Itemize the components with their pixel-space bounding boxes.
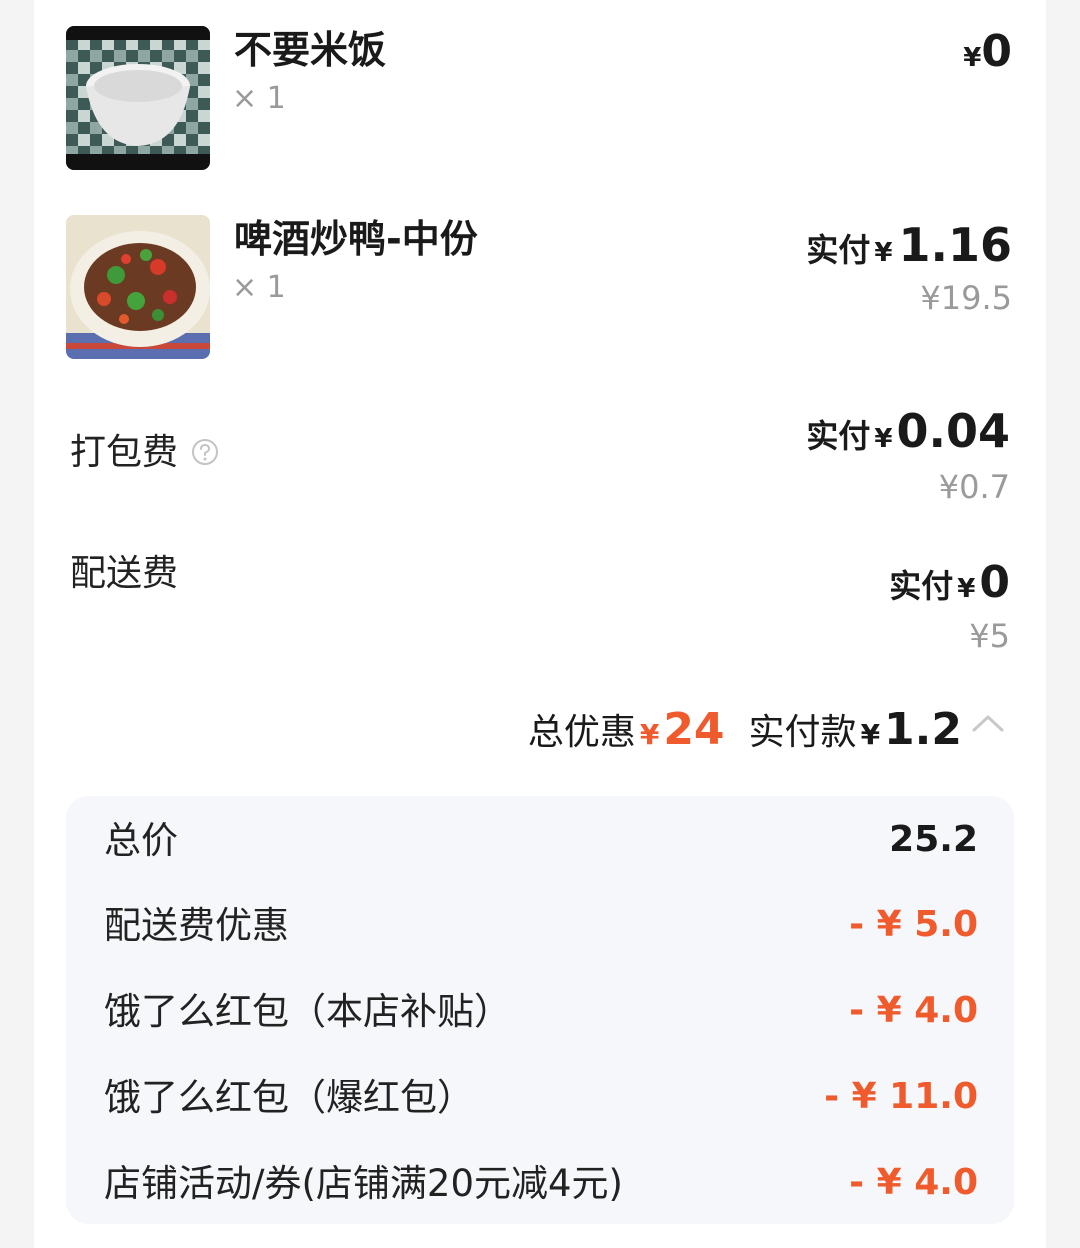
- total-discount-label: 总优惠: [527, 712, 636, 753]
- packing-fee-label: 打包费: [70, 432, 179, 473]
- paid-label: 实付: [806, 417, 871, 455]
- delivery-fee-original: ¥5: [969, 617, 1010, 655]
- question-circle-icon[interactable]: [191, 438, 219, 466]
- currency-symbol: ¥: [860, 718, 881, 751]
- price-breakdown-panel: 总价 25.2 配送费优惠 - ¥ 5.0 饿了么红包（本店补贴） - ¥ 4.…: [66, 796, 1014, 1224]
- paid-amount: 1.16: [898, 218, 1013, 272]
- item-image-empty-bowl[interactable]: [66, 26, 210, 170]
- paid-label: 实付: [889, 567, 954, 605]
- breakdown-label: 配送费优惠: [104, 904, 289, 947]
- breakdown-label: 店铺活动/券(店铺满20元减4元): [104, 1162, 623, 1205]
- item-paid-price: 实付 ¥1.16: [806, 222, 1012, 268]
- currency-symbol: ¥: [963, 43, 982, 73]
- breakdown-label: 总价: [104, 819, 178, 862]
- item-quantity: × 1: [232, 270, 286, 305]
- breakdown-value: - ¥ 4.0: [849, 990, 978, 1031]
- breakdown-value: - ¥ 4.0: [849, 1162, 978, 1203]
- currency-symbol: ¥: [957, 574, 976, 604]
- breakdown-value: - ¥ 11.0: [824, 1076, 978, 1117]
- packing-fee-original: ¥0.7: [938, 468, 1010, 506]
- item-original-price: ¥19.5: [920, 279, 1012, 317]
- paid-label: 实付: [806, 231, 871, 269]
- breakdown-value: 25.2: [889, 819, 978, 860]
- breakdown-value: - ¥ 5.0: [849, 904, 978, 945]
- chevron-up-icon[interactable]: [968, 708, 1008, 738]
- currency-symbol: ¥: [874, 424, 893, 454]
- breakdown-label: 饿了么红包（爆红包）: [104, 1076, 474, 1119]
- item-quantity: × 1: [232, 81, 286, 116]
- total-paid-label: 实付款: [748, 712, 857, 753]
- stir-fried-duck-photo: [66, 215, 210, 359]
- delivery-fee-paid: 实付 ¥0: [889, 561, 1010, 605]
- total-paid-amount: 1.2: [884, 704, 962, 755]
- paid-amount: 0.04: [896, 404, 1011, 458]
- breakdown-label: 饿了么红包（本店补贴）: [104, 990, 511, 1033]
- item-price-amount: 0: [981, 26, 1012, 77]
- currency-symbol: ¥: [874, 238, 893, 268]
- delivery-fee-label: 配送费: [70, 553, 179, 594]
- paid-amount: 0: [979, 557, 1010, 608]
- currency-symbol: ¥: [639, 718, 660, 751]
- item-name: 不要米饭: [234, 28, 387, 72]
- item-name: 啤酒炒鸭-中份: [234, 217, 478, 261]
- order-summary[interactable]: 总优惠 ¥24 实付款 ¥1.2: [528, 708, 1008, 752]
- packing-fee-paid: 实付 ¥0.04: [806, 408, 1010, 454]
- total-discount-amount: 24: [663, 704, 725, 755]
- item-price: ¥0: [963, 30, 1012, 74]
- item-image-beer-duck[interactable]: [66, 215, 210, 359]
- empty-bowl-photo: [66, 26, 210, 170]
